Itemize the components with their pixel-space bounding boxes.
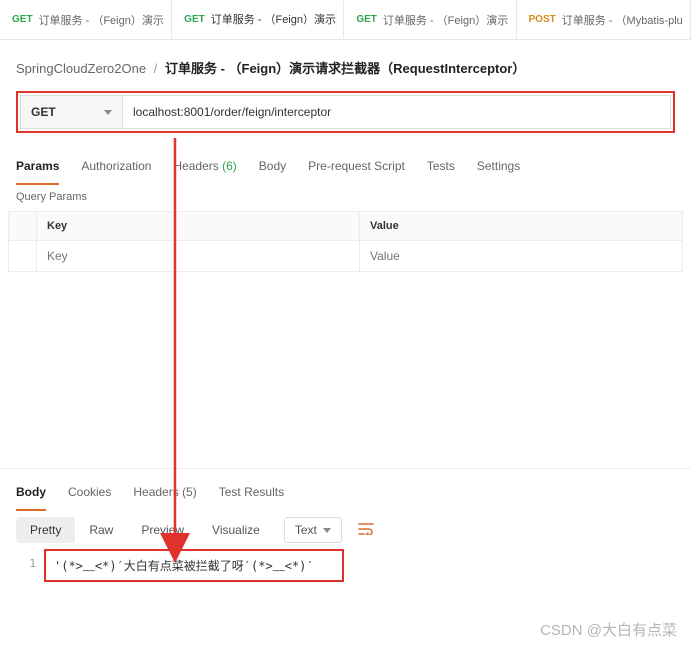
- view-mode-group: Pretty Raw Preview Visualize: [16, 517, 274, 543]
- response-body-area: 1 '(*>﹏<*)′大白有点菜被拦截了呀′(*>﹏<*)′: [0, 549, 691, 588]
- col-key: Key: [37, 212, 360, 241]
- method-select-label: GET: [31, 105, 56, 119]
- response-body-highlight: '(*>﹏<*)′大白有点菜被拦截了呀′(*>﹏<*)′: [44, 549, 344, 582]
- url-input[interactable]: [123, 96, 670, 128]
- tab-label: 订单服务 - （Feign）演示: [211, 11, 336, 27]
- tab-tests[interactable]: Tests: [427, 151, 455, 185]
- row-checkbox[interactable]: [9, 241, 37, 272]
- tab-1[interactable]: GET 订单服务 - （Feign）演示: [172, 0, 344, 39]
- tab-headers-count: (6): [222, 159, 237, 173]
- tab-authorization[interactable]: Authorization: [81, 151, 151, 185]
- col-value: Value: [360, 212, 683, 241]
- url-bar-highlight: GET: [16, 91, 675, 133]
- tab-label: 订单服务 - （Mybatis-plu: [562, 12, 683, 28]
- url-bar: GET: [20, 95, 671, 129]
- line-number: 1: [16, 549, 44, 582]
- method-badge: GET: [356, 14, 377, 25]
- wrap-lines-icon[interactable]: [352, 518, 380, 542]
- method-badge: GET: [184, 14, 205, 25]
- chevron-down-icon: [104, 110, 112, 115]
- view-raw[interactable]: Raw: [75, 517, 127, 543]
- tab-prerequest[interactable]: Pre-request Script: [308, 151, 405, 185]
- resp-tab-cookies[interactable]: Cookies: [68, 477, 111, 511]
- response-body-text[interactable]: '(*>﹏<*)′大白有点菜被拦截了呀′(*>﹏<*)′: [54, 559, 314, 573]
- tab-headers-label: Headers: [173, 159, 218, 173]
- resp-headers-label: Headers: [133, 485, 178, 499]
- method-select[interactable]: GET: [21, 96, 123, 128]
- query-params-table: Key Value: [8, 211, 683, 272]
- view-preview[interactable]: Preview: [127, 517, 198, 543]
- method-badge: POST: [529, 14, 556, 25]
- resp-tab-headers[interactable]: Headers (5): [133, 477, 196, 511]
- request-tabs: GET 订单服务 - （Feign）演示 GET 订单服务 - （Feign）演…: [0, 0, 691, 40]
- response-tabs: Body Cookies Headers (5) Test Results: [0, 468, 691, 511]
- resp-tab-body[interactable]: Body: [16, 477, 46, 511]
- response-controls: Pretty Raw Preview Visualize Text: [0, 511, 691, 549]
- method-badge: GET: [12, 14, 33, 25]
- value-input[interactable]: [370, 249, 672, 263]
- view-pretty[interactable]: Pretty: [16, 517, 75, 543]
- tab-label: 订单服务 - （Feign）演示: [39, 12, 164, 28]
- watermark: CSDN @大白有点菜: [540, 619, 677, 640]
- tab-body[interactable]: Body: [259, 151, 286, 185]
- request-subtabs: Params Authorization Headers (6) Body Pr…: [0, 143, 691, 185]
- query-params-title: Query Params: [0, 185, 691, 211]
- breadcrumb-root[interactable]: SpringCloudZero2One: [16, 61, 146, 76]
- tab-label: 订单服务 - （Feign）演示: [383, 12, 508, 28]
- content-type-label: Text: [295, 523, 317, 537]
- key-input[interactable]: [47, 249, 349, 263]
- resp-headers-count: (5): [182, 485, 197, 499]
- tab-2[interactable]: GET 订单服务 - （Feign）演示: [344, 0, 516, 39]
- chevron-down-icon: [323, 528, 331, 533]
- breadcrumb-sep: /: [154, 61, 158, 76]
- content-type-select[interactable]: Text: [284, 517, 342, 543]
- breadcrumb-current: 订单服务 - （Feign）演示请求拦截器（RequestInterceptor…: [165, 61, 525, 76]
- view-visualize[interactable]: Visualize: [198, 517, 274, 543]
- resp-tab-results[interactable]: Test Results: [219, 477, 284, 511]
- breadcrumb: SpringCloudZero2One / 订单服务 - （Feign）演示请求…: [0, 40, 691, 91]
- tab-settings[interactable]: Settings: [477, 151, 520, 185]
- table-row: [9, 241, 683, 272]
- tab-params[interactable]: Params: [16, 151, 59, 185]
- tab-3[interactable]: POST 订单服务 - （Mybatis-plu: [517, 0, 691, 39]
- tab-0[interactable]: GET 订单服务 - （Feign）演示: [0, 0, 172, 39]
- tab-headers[interactable]: Headers (6): [173, 151, 236, 185]
- col-checkbox: [9, 212, 37, 241]
- response-panel: Body Cookies Headers (5) Test Results Pr…: [0, 468, 691, 588]
